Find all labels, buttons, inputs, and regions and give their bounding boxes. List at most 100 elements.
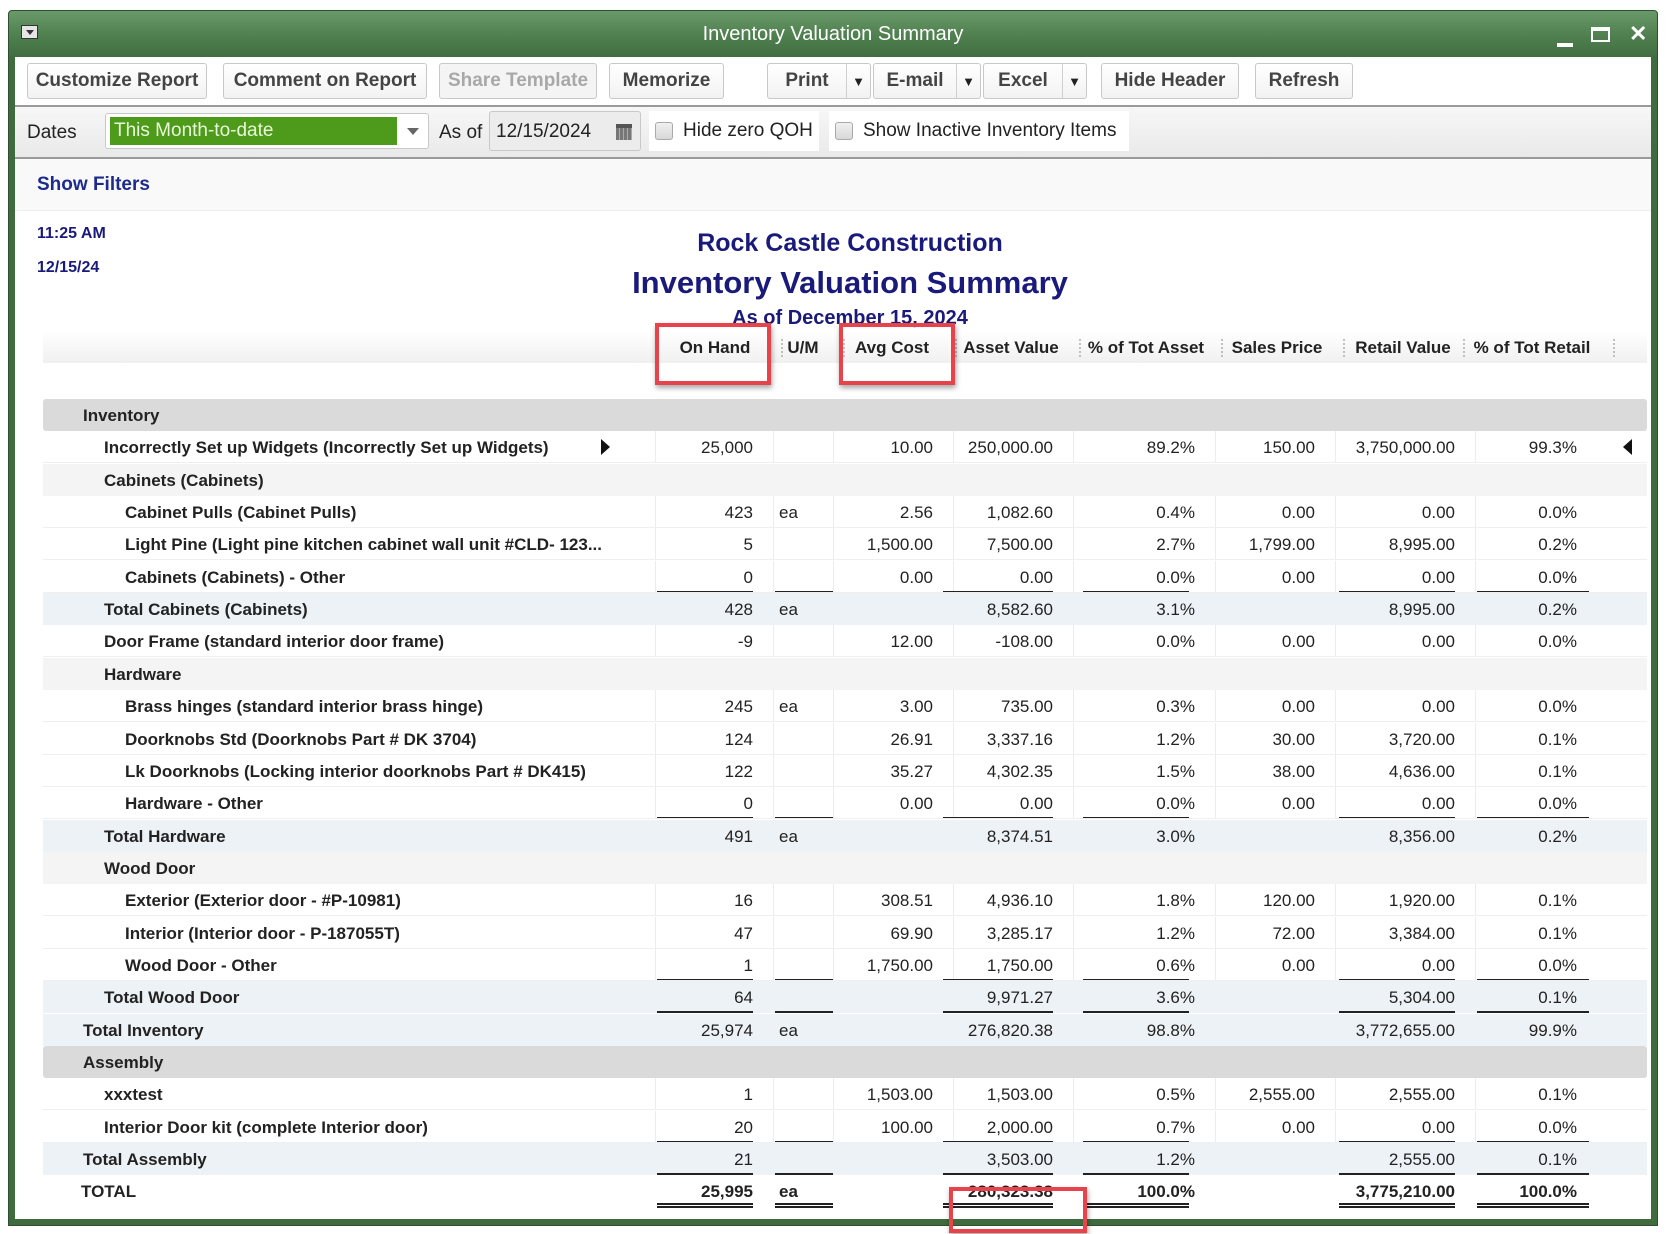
table-row[interactable]: Incorrectly Set up Widgets (Incorrectly … (43, 431, 1647, 464)
refresh-button[interactable]: Refresh (1255, 63, 1353, 99)
total-row[interactable]: Total Hardware 491 ea 8,374.51 3.0% 8,356.00 0… (43, 819, 1647, 852)
email-dropdown-icon[interactable]: ▼ (956, 64, 980, 98)
table-row[interactable]: Door Frame (standard interior door frame… (43, 625, 1647, 658)
double-underline (1339, 1203, 1455, 1209)
cell-pct-tot-asset: 0.0% (1156, 632, 1195, 652)
dates-dropdown[interactable]: This Month-to-date (105, 113, 429, 149)
table-row[interactable]: Cabinets (Cabinets) - Other 0 0.00 0.00 0.0%… (43, 560, 1647, 593)
report-toolbar: Customize Report Comment on Report Share… (15, 57, 1651, 107)
column-resize-handle[interactable] (1221, 339, 1223, 357)
cell-avg-cost: 100.00 (881, 1117, 933, 1137)
cell-pct-tot-retail: 0.1% (1538, 1150, 1577, 1170)
excel-dropdown-icon[interactable]: ▼ (1062, 64, 1086, 98)
cell-divider (773, 431, 774, 464)
email-button[interactable]: E-mail ▼ (873, 63, 981, 99)
section-row[interactable]: Inventory (43, 399, 1647, 431)
cell-pct-tot-retail: 99.9% (1528, 1020, 1577, 1040)
calendar-icon[interactable] (616, 124, 632, 140)
share-template-button[interactable]: Share Template (439, 63, 597, 99)
table-row[interactable]: Brass hinges (standard interior brass hi… (43, 690, 1647, 723)
cell-avg-cost: 0.00 (899, 567, 933, 587)
excel-button[interactable]: Excel ▼ (983, 63, 1087, 99)
table-row[interactable]: Interior Door kit (complete Interior doo… (43, 1110, 1647, 1143)
window-title: Inventory Valuation Summary (702, 23, 964, 45)
column-resize-handle[interactable] (1463, 339, 1465, 357)
cell-divider (773, 916, 774, 949)
column-resize-handle[interactable] (1079, 339, 1081, 357)
table-row[interactable]: Wood Door - Other 1 1,750.00 1,750.00 0.6% 0.… (43, 948, 1647, 981)
double-underline (943, 1203, 1053, 1209)
cell-retail-value: 2,555.00 (1388, 1150, 1455, 1170)
section-row[interactable]: Assembly (43, 1046, 1647, 1078)
total-row[interactable]: Total Assembly 21 3,503.00 1.2% 2,555.00 0.1% (43, 1143, 1647, 1176)
group-row[interactable]: Cabinets (Cabinets) (43, 463, 1647, 496)
row-label: Light Pine (Light pine kitchen cabinet w… (125, 535, 602, 555)
asof-date-field[interactable]: 12/15/2024 (489, 111, 641, 151)
title-bar[interactable]: Inventory Valuation Summary ✕ (9, 11, 1657, 57)
column-resize-handle[interactable] (1613, 339, 1615, 357)
cell-avg-cost: 35.27 (890, 761, 933, 781)
cell-retail-value: 0.00 (1421, 697, 1455, 717)
row-label: Cabinets (Cabinets) - Other (125, 567, 346, 587)
table-row[interactable]: Lk Doorknobs (Locking interior doorknobs… (43, 754, 1647, 787)
column-header-pct-tot-retail[interactable]: % of Tot Retail (1452, 338, 1612, 358)
total-row[interactable]: Total Cabinets (Cabinets) 428 ea 8,582.60 3.… (43, 593, 1647, 626)
cell-retail-value: 0.00 (1421, 1117, 1455, 1137)
table-row[interactable]: Cabinet Pulls (Cabinet Pulls) 423 ea 2.56 1,… (43, 496, 1647, 529)
hide-zero-qoh-checkbox[interactable]: Hide zero QOH (649, 111, 819, 151)
show-inactive-checkbox[interactable]: Show Inactive Inventory Items (829, 111, 1129, 151)
comment-on-report-button[interactable]: Comment on Report (223, 63, 427, 99)
cell-on-hand: 25,974 (701, 1020, 753, 1040)
cell-asset-value: 4,302.35 (986, 761, 1053, 781)
memorize-button[interactable]: Memorize (609, 63, 724, 99)
cell-retail-value: 8,356.00 (1388, 826, 1455, 846)
cell-divider (773, 690, 774, 723)
table-row[interactable]: Hardware - Other 0 0.00 0.00 0.0% 0.00 0.00 0.0… (43, 787, 1647, 820)
close-button[interactable]: ✕ (1629, 21, 1647, 47)
show-filters-link[interactable]: Show Filters (37, 174, 150, 196)
column-resize-handle[interactable] (843, 339, 845, 357)
table-row[interactable]: Exterior (Exterior door - #P-10981) 16 308… (43, 884, 1647, 917)
cell-on-hand: 423 (724, 503, 753, 523)
table-row[interactable]: Interior (Interior door - P-187055T) 47 69… (43, 916, 1647, 949)
total-row[interactable]: TOTAL 25,995 ea 280,323.38 100.0% 3,775,210.0… (43, 1175, 1647, 1209)
total-row[interactable]: Total Inventory 25,974 ea 276,820.38 98.8% 3,… (43, 1013, 1647, 1046)
table-row[interactable]: Light Pine (Light pine kitchen cabinet w… (43, 528, 1647, 561)
row-label: Wood Door (104, 858, 196, 878)
total-row[interactable]: Total Wood Door 64 9,971.27 3.6% 5,304.00 0.1… (43, 981, 1647, 1014)
cell-on-hand: 25,000 (701, 438, 753, 458)
column-resize-handle[interactable] (955, 339, 957, 357)
cell-asset-value: 3,285.17 (986, 923, 1053, 943)
column-resize-handle[interactable] (1343, 339, 1345, 357)
table-row[interactable]: xxxtest 1 1,503.00 1,503.00 0.5% 2,555.00 2,55… (43, 1078, 1647, 1111)
cell-pct-tot-asset: 98.8% (1146, 1020, 1195, 1040)
maximize-button[interactable] (1591, 27, 1610, 42)
cell-pct-tot-asset: 1.2% (1156, 729, 1195, 749)
hide-header-button[interactable]: Hide Header (1101, 63, 1239, 99)
cell-pct-tot-retail: 0.1% (1538, 761, 1577, 781)
cell-sales-price: 150.00 (1263, 438, 1315, 458)
row-label: Total Inventory (83, 1020, 204, 1040)
cell-asset-value: 2,000.00 (986, 1117, 1053, 1137)
cell-divider (773, 722, 774, 755)
asof-date-value: 12/15/2024 (496, 121, 592, 142)
cell-on-hand: 1 (743, 955, 753, 975)
report-subtitle: As of December 15, 2024 (732, 307, 968, 329)
row-label: Doorknobs Std (Doorknobs Part # DK 3704) (125, 729, 477, 749)
cell-pct-tot-retail: 0.0% (1538, 567, 1577, 587)
filters-bar: Show Filters (15, 159, 1651, 211)
print-button[interactable]: Print ▼ (767, 63, 871, 99)
print-dropdown-icon[interactable]: ▼ (846, 64, 870, 98)
cell-pct-tot-retail: 0.2% (1538, 600, 1577, 620)
customize-report-button[interactable]: Customize Report (27, 63, 207, 99)
column-resize-handle[interactable] (781, 339, 783, 357)
row-label: TOTAL (81, 1182, 137, 1202)
cell-divider (773, 948, 774, 981)
group-row[interactable]: Wood Door (43, 851, 1647, 884)
cell-sales-price: 2,555.00 (1248, 1085, 1315, 1105)
table-row[interactable]: Doorknobs Std (Doorknobs Part # DK 3704)… (43, 722, 1647, 755)
cell-retail-value: 8,995.00 (1388, 600, 1455, 620)
asof-label: As of (439, 122, 483, 143)
excel-label: Excel (998, 70, 1048, 91)
group-row[interactable]: Hardware (43, 657, 1647, 690)
